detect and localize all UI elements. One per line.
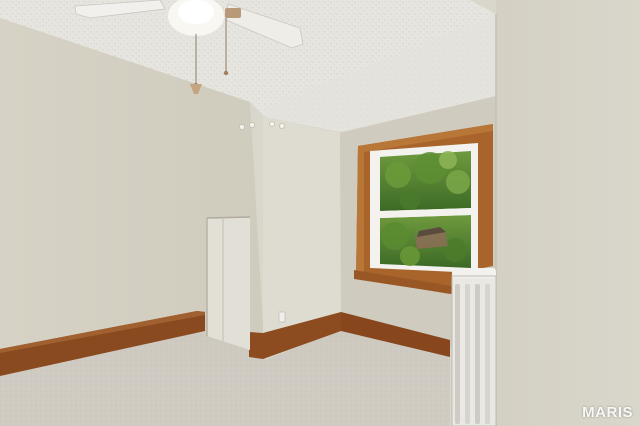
closet-door[interactable] xyxy=(207,217,250,350)
radiator xyxy=(451,268,497,426)
right-wall xyxy=(496,0,640,426)
room-illustration xyxy=(0,0,640,426)
watermark-logo: MARIS xyxy=(582,404,633,421)
dormer-side-wall xyxy=(263,117,341,333)
room-photo: MARIS xyxy=(0,0,640,426)
wall-outlet xyxy=(278,311,286,323)
